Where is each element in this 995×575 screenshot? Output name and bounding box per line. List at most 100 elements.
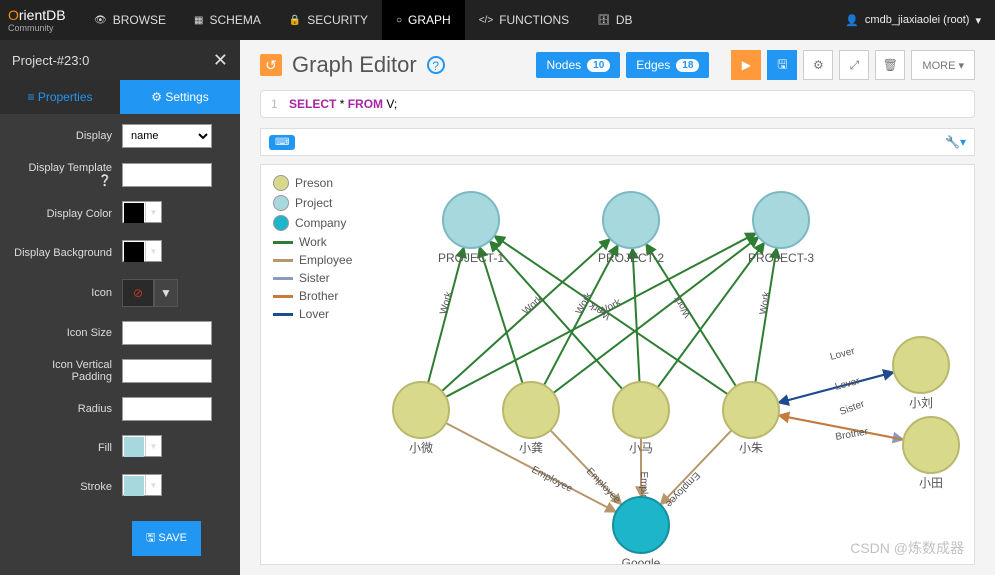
svg-text:Work: Work xyxy=(438,290,455,316)
svg-text:Employee: Employee xyxy=(663,469,702,509)
nav-schema[interactable]: ▦SCHEMA xyxy=(180,0,275,40)
eye-icon: 👁 xyxy=(94,15,107,26)
sidebar-title: Project-#23:0 xyxy=(12,53,89,68)
svg-text:小刘: 小刘 xyxy=(909,396,933,410)
db-icon: 🗄 xyxy=(597,15,610,26)
settings-form: Displayname Display Template ❔ Display C… xyxy=(0,114,240,566)
fill-picker[interactable]: ▼ xyxy=(122,435,162,457)
icon-picker[interactable]: ⊘▼ xyxy=(122,279,178,307)
display-bg-picker[interactable]: ▼ xyxy=(122,240,162,262)
help-icon[interactable]: ? xyxy=(427,56,445,75)
svg-text:Lover: Lover xyxy=(829,346,857,363)
graph-svg[interactable]: WorkWorkWorkWorkWorkWorkWorkEmployeeEmpl… xyxy=(261,165,974,564)
edges-count-button[interactable]: Edges18 xyxy=(626,52,709,78)
play-button[interactable]: ▶ xyxy=(731,50,761,80)
svg-text:Google: Google xyxy=(622,556,661,564)
display-color-picker[interactable]: ▼ xyxy=(122,201,162,223)
user-menu[interactable]: 👤 cmdb_jiaxiaolei (root) ▾ xyxy=(831,14,995,27)
brand-logo: OrientDB Community xyxy=(0,5,80,35)
legend-swatch-company xyxy=(273,215,289,231)
circle-icon: ○ xyxy=(396,15,402,26)
svg-text:Sister: Sister xyxy=(838,399,866,418)
nav-graph[interactable]: ○GRAPH xyxy=(382,0,465,40)
lock-icon: 🔒 xyxy=(289,15,301,26)
display-color-label: Display Color xyxy=(12,208,122,220)
icon-size-input[interactable] xyxy=(122,321,212,345)
svg-text:小龚: 小龚 xyxy=(519,440,543,455)
nav-functions[interactable]: </>FUNCTIONS xyxy=(465,0,583,40)
grid-icon: ▦ xyxy=(194,15,203,26)
svg-text:Brother: Brother xyxy=(835,426,870,443)
code-icon: </> xyxy=(479,15,493,26)
stroke-picker[interactable]: ▼ xyxy=(122,474,162,496)
gear-button[interactable]: ⚙ xyxy=(803,50,833,80)
graph-canvas[interactable]: Preson Project Company Work Employee Sis… xyxy=(260,164,975,565)
page-title: Graph Editor xyxy=(292,52,417,78)
svg-text:PROJECT-2: PROJECT-2 xyxy=(598,251,664,265)
radius-label: Radius xyxy=(12,403,122,415)
close-icon[interactable]: ✕ xyxy=(213,50,228,71)
nav-db[interactable]: 🗄DB xyxy=(583,0,646,40)
svg-text:小田: 小田 xyxy=(919,476,943,490)
svg-text:Work: Work xyxy=(671,293,693,319)
legend-swatch-project xyxy=(273,195,289,211)
legend-line-employee xyxy=(273,259,293,262)
more-button[interactable]: MORE ▾ xyxy=(911,50,975,80)
svg-text:Work: Work xyxy=(521,293,546,317)
svg-text:Employee: Employee xyxy=(530,464,575,495)
stroke-label: Stroke xyxy=(12,481,122,493)
caret-down-icon: ▾ xyxy=(975,14,981,27)
svg-text:小微: 小微 xyxy=(409,441,433,455)
nav-security[interactable]: 🔒SECURITY xyxy=(275,0,382,40)
save-graph-button[interactable]: 🖫 xyxy=(767,50,797,80)
display-label: Display xyxy=(12,130,122,142)
display-select[interactable]: name xyxy=(122,124,212,148)
icon-label: Icon xyxy=(12,287,122,299)
svg-text:PROJECT-1: PROJECT-1 xyxy=(438,251,504,265)
top-nav: OrientDB Community 👁BROWSE ▦SCHEMA 🔒SECU… xyxy=(0,0,995,40)
query-editor[interactable]: 1 SELECT * FROM V; xyxy=(260,90,975,118)
main-area: ↺ Graph Editor ? Nodes10 Edges18 ▶ 🖫 ⚙ ⤢… xyxy=(240,40,995,575)
sidebar: Project-#23:0 ✕ ≡ Properties ⚙ Settings … xyxy=(0,40,240,575)
legend-line-sister xyxy=(273,277,293,280)
svg-text:Employee: Employee xyxy=(584,466,623,506)
user-icon: 👤 xyxy=(845,14,859,27)
svg-text:小马: 小马 xyxy=(629,441,653,455)
expand-button[interactable]: ⤢ xyxy=(839,50,869,80)
legend: Preson Project Company Work Employee Sis… xyxy=(273,175,352,325)
legend-swatch-preson xyxy=(273,175,289,191)
display-template-input[interactable] xyxy=(122,163,212,187)
legend-line-brother xyxy=(273,295,293,298)
keyboard-icon[interactable]: ⌨ xyxy=(269,135,295,150)
svg-text:Lover: Lover xyxy=(834,376,862,393)
icon-vpad-input[interactable] xyxy=(122,359,212,383)
icon-vpad-label: Icon Vertical Padding xyxy=(12,359,122,383)
ban-icon: ⊘ xyxy=(122,279,154,307)
caret-down-icon: ▼ xyxy=(154,279,178,307)
tab-settings[interactable]: ⚙ Settings xyxy=(120,80,240,114)
nav-items: 👁BROWSE ▦SCHEMA 🔒SECURITY ○GRAPH </>FUNC… xyxy=(80,0,647,40)
display-template-label: Display Template ❔ xyxy=(12,162,122,187)
save-button[interactable]: 🖫 SAVE xyxy=(132,521,201,556)
line-number: 1 xyxy=(271,97,289,111)
nodes-count-button[interactable]: Nodes10 xyxy=(536,52,620,78)
watermark: CSDN @炼数成器 xyxy=(850,538,964,558)
tab-properties[interactable]: ≡ Properties xyxy=(0,80,120,114)
svg-text:小朱: 小朱 xyxy=(739,441,763,455)
legend-line-work xyxy=(273,241,293,244)
display-bg-label: Display Background xyxy=(12,247,122,259)
user-label: cmdb_jiaxiaolei (root) xyxy=(865,14,970,26)
legend-line-lover xyxy=(273,313,293,316)
fill-label: Fill xyxy=(12,442,122,454)
title-bar: ↺ Graph Editor ? Nodes10 Edges18 ▶ 🖫 ⚙ ⤢… xyxy=(240,40,995,90)
sidebar-tabs: ≡ Properties ⚙ Settings xyxy=(0,80,240,114)
back-button[interactable]: ↺ xyxy=(260,54,282,76)
svg-text:Work: Work xyxy=(758,290,773,316)
wrench-icon[interactable]: 🔧▾ xyxy=(945,135,966,149)
sidebar-header: Project-#23:0 ✕ xyxy=(0,40,240,80)
radius-input[interactable] xyxy=(122,397,212,421)
trash-button[interactable]: 🗑 xyxy=(875,50,905,80)
svg-text:PROJECT-3: PROJECT-3 xyxy=(748,251,814,265)
icon-size-label: Icon Size xyxy=(12,327,122,339)
nav-browse[interactable]: 👁BROWSE xyxy=(80,0,180,40)
